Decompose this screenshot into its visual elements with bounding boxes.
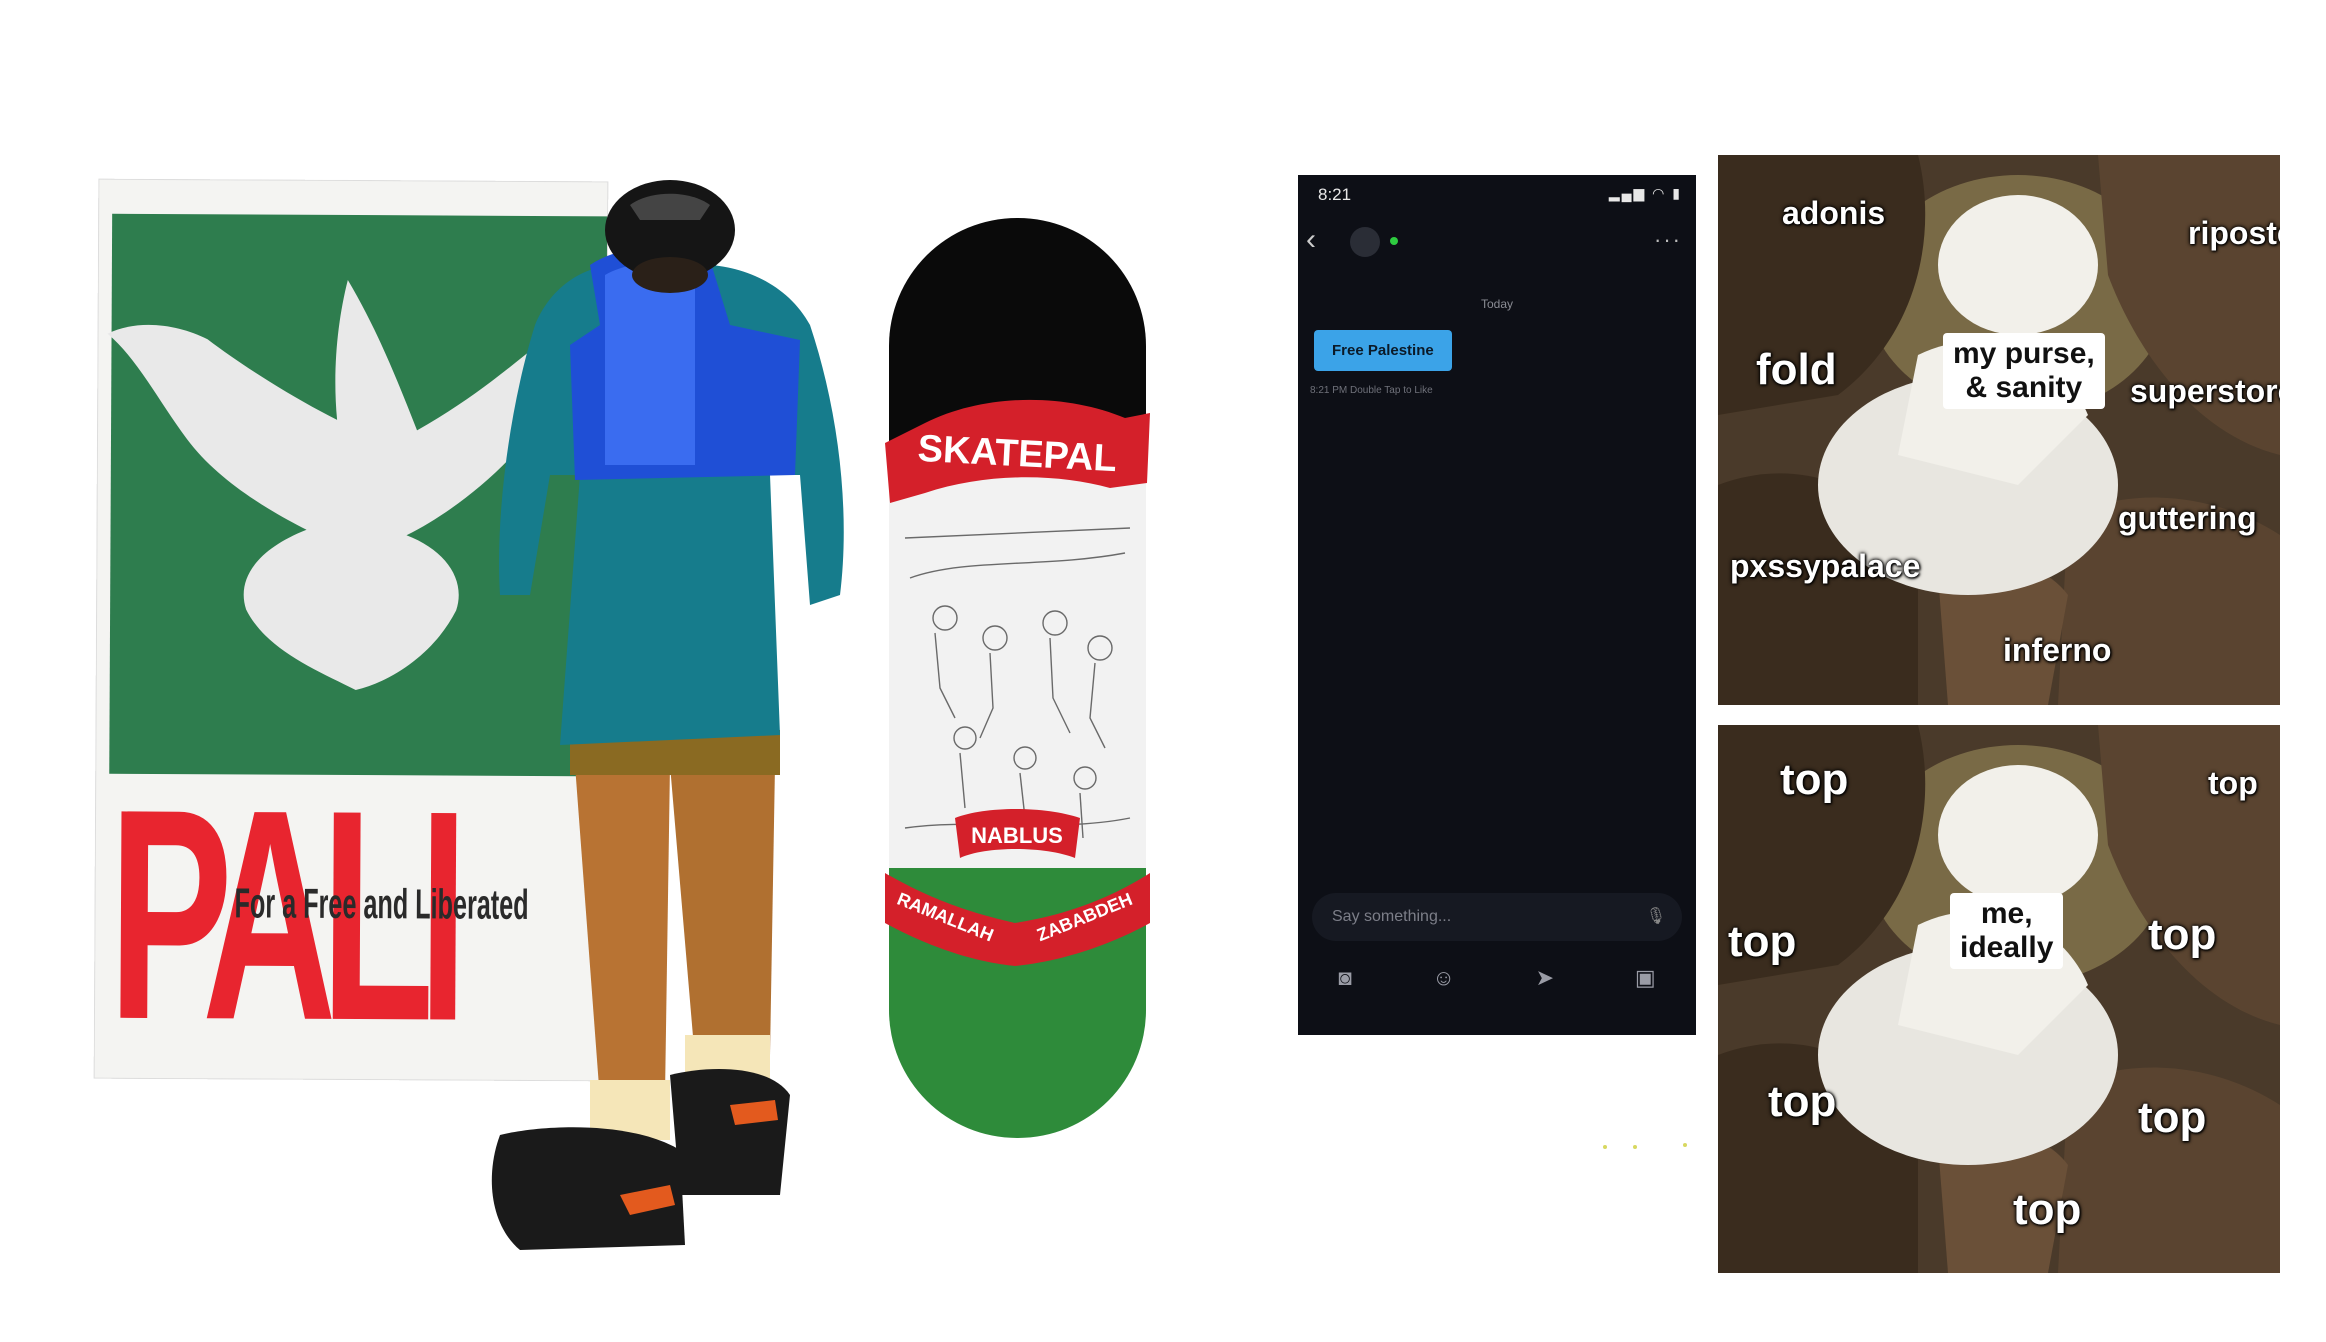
decorative-dots — [1603, 1143, 1687, 1149]
label-lr: top — [2138, 1093, 2207, 1142]
chat-toolbar: ◙ ☺ ➤ ▣ — [1298, 965, 1696, 991]
send-icon[interactable]: ➤ — [1536, 965, 1554, 991]
label-lr: guttering — [2118, 500, 2257, 536]
more-icon[interactable]: ··· — [1654, 227, 1682, 253]
right-leg — [670, 765, 775, 1060]
skateboard-deck: SKATEPAL NABLUS RAMALLAH ZABABDEH — [885, 218, 1150, 1138]
input-placeholder: Say something... — [1332, 908, 1452, 925]
status-icons: ▂▄▆ ◠ ▮ — [1608, 185, 1682, 201]
message-meta: 8:21 PM Double Tap to Like — [1310, 385, 1433, 396]
wolves-lamb-image — [1718, 725, 2280, 1273]
label-tr: riposte — [2188, 215, 2280, 251]
message-bubble[interactable]: Free Palestine — [1314, 330, 1452, 371]
center-label: me, ideally — [1950, 893, 2064, 969]
label-ll: top — [1768, 1077, 1837, 1126]
right-shoe — [670, 1069, 790, 1195]
banner-center-text: NABLUS — [971, 823, 1063, 848]
mic-icon[interactable]: 🎙 — [1646, 893, 1666, 941]
label-tl: adonis — [1782, 195, 1886, 231]
left-leg — [575, 765, 670, 1100]
center-label: my purse, & sanity — [1943, 333, 2105, 409]
chat-screenshot: 8:21 ▂▄▆ ◠ ▮ ‹ ··· Today Free Palestine … — [1298, 175, 1696, 1035]
meme-panel-bottom: top top top top top top top me, ideally — [1718, 725, 2280, 1273]
label-ml: top — [1728, 917, 1797, 966]
label-mr: top — [2148, 910, 2217, 959]
label-tr: top — [2208, 765, 2258, 801]
label-mr: superstore — [2130, 373, 2280, 409]
message-input[interactable]: Say something... 🎙 — [1312, 893, 1682, 941]
status-time: 8:21 — [1318, 185, 1352, 204]
label-ml: fold — [1756, 345, 1837, 394]
camera-icon[interactable]: ◙ — [1338, 965, 1351, 991]
day-divider: Today — [1480, 297, 1514, 311]
back-icon[interactable]: ‹ — [1306, 223, 1316, 257]
avatar[interactable] — [1350, 227, 1380, 257]
label-bottom: inferno — [2003, 632, 2112, 668]
label-tl: top — [1780, 755, 1849, 804]
label-ll: pxssypalace — [1730, 548, 1921, 584]
quick-reply-icon[interactable]: ▣ — [1635, 965, 1656, 991]
online-indicator-icon — [1390, 237, 1398, 245]
meme-panel-top: adonis riposte fold superstore pxssypala… — [1718, 155, 2280, 705]
person-figure — [491, 180, 844, 1250]
label-bottom: top — [2013, 1185, 2082, 1234]
emoji-icon[interactable]: ☺ — [1432, 965, 1454, 991]
